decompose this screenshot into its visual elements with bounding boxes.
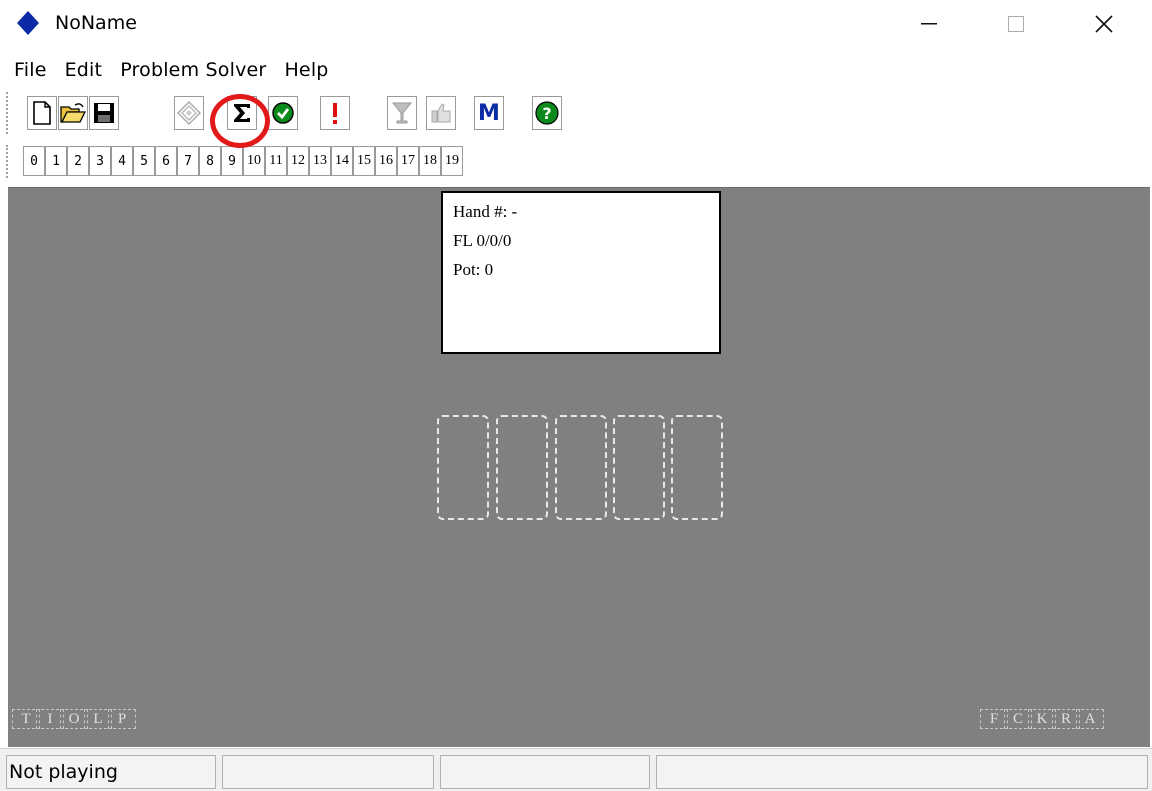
new-button[interactable] [27,96,57,130]
m-button[interactable]: M [474,96,504,130]
thumbs-up-icon [431,103,451,123]
menu-problem-solver[interactable]: Problem Solver [114,57,274,83]
board-card-slot[interactable] [613,415,665,520]
status-bar: Not playing [0,748,1152,791]
save-button[interactable] [89,96,119,130]
status-pane-1: Not playing [6,755,216,789]
diamond-target-button[interactable] [174,96,204,130]
maximize-button[interactable] [980,0,1052,48]
open-folder-icon [60,103,86,123]
seat-button-3[interactable]: 3 [89,146,111,176]
seat-button-4[interactable]: 4 [111,146,133,176]
seat-button-9[interactable]: 9 [221,146,243,176]
left-action-buttons: T I O L P [12,709,136,729]
green-check-icon [272,102,294,124]
main-toolbar: M ? [0,88,1152,140]
close-icon [1095,15,1113,33]
close-button[interactable] [1068,0,1140,48]
menu-bar: File Edit Problem Solver Help [0,52,1152,88]
right-action-buttons: F C K R A [980,709,1104,729]
sigma-button[interactable] [227,96,257,130]
seat-button-6[interactable]: 6 [155,146,177,176]
fixed-limit-info: FL 0/0/0 [453,231,512,250]
seat-button-2[interactable]: 2 [67,146,89,176]
maximize-icon [1008,16,1024,32]
seat-button-14[interactable]: 14 [331,146,353,176]
action-p[interactable]: P [108,709,136,729]
pot-amount: Pot: 0 [453,260,494,279]
trophy-button[interactable] [387,96,417,130]
hand-info-box: Hand #: - FL 0/0/0 Pot: 0 [441,191,721,354]
alert-button[interactable] [320,96,350,130]
seat-button-12[interactable]: 12 [287,146,309,176]
seat-button-19[interactable]: 19 [441,146,463,176]
seat-button-16[interactable]: 16 [375,146,397,176]
menu-file[interactable]: File [8,57,55,83]
status-pane-4 [656,755,1148,789]
title-bar: NoName [0,0,1152,48]
toolbar-grip[interactable] [6,145,10,178]
window-title: NoName [55,12,137,34]
action-allin[interactable]: A [1076,709,1104,729]
trophy-cup-icon [391,102,413,124]
seat-button-15[interactable]: 15 [353,146,375,176]
help-question-icon: ? [535,101,559,125]
seat-button-10[interactable]: 10 [243,146,265,176]
seat-button-11[interactable]: 11 [265,146,287,176]
board-card-slot[interactable] [555,415,607,520]
open-button[interactable] [58,96,88,130]
board-card-slot[interactable] [671,415,723,520]
seat-button-13[interactable]: 13 [309,146,331,176]
seat-toolbar: 0 1 2 3 4 5 6 7 8 9 10 11 12 13 14 15 16 17 18 19 [0,141,1152,183]
red-exclamation-icon [333,103,337,124]
new-icon [33,101,51,125]
seat-button-7[interactable]: 7 [177,146,199,176]
hand-number: Hand #: - [453,202,518,221]
diamond-target-icon [177,101,201,125]
save-disk-icon [94,103,114,123]
status-pane-2 [222,755,434,789]
minimize-button[interactable] [893,0,965,48]
seat-button-17[interactable]: 17 [397,146,419,176]
seat-button-18[interactable]: 18 [419,146,441,176]
seat-button-0[interactable]: 0 [23,146,45,176]
m-letter-icon: M [478,100,500,126]
board-card-slot[interactable] [496,415,548,520]
seat-button-8[interactable]: 8 [199,146,221,176]
sigma-icon [234,104,250,122]
seat-button-5[interactable]: 5 [133,146,155,176]
menu-edit[interactable]: Edit [59,57,111,83]
poker-table: Hand #: - FL 0/0/0 Pot: 0 T I O L P F C … [8,187,1150,747]
toolbar-grip[interactable] [6,92,10,134]
svg-text:?: ? [542,104,551,123]
check-button[interactable] [268,96,298,130]
status-pane-3 [440,755,650,789]
menu-help[interactable]: Help [278,57,336,83]
board-card-slot[interactable] [437,415,489,520]
help-button[interactable]: ? [532,96,562,130]
thumbs-button[interactable] [426,96,456,130]
blue-diamond-icon [17,11,39,35]
seat-button-1[interactable]: 1 [45,146,67,176]
minimize-icon [921,23,937,25]
